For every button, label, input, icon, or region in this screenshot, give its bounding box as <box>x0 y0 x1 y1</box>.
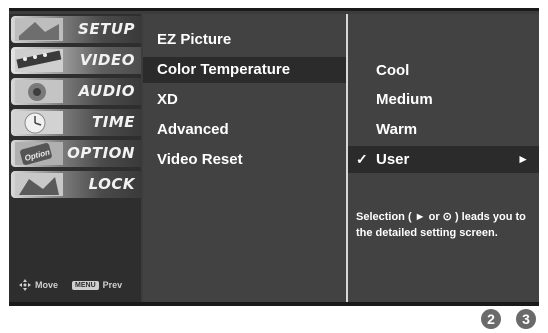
sidebar-item-time[interactable]: TIME <box>11 109 141 136</box>
menu-item-ez-picture[interactable]: EZ Picture <box>143 27 346 53</box>
sidebar-help-bar: Move MENU Prev <box>19 277 141 293</box>
video-thumbnail-icon <box>15 49 63 72</box>
page-number-badge: 2 <box>481 309 501 329</box>
check-mark-icon: ✓ <box>356 151 368 167</box>
sidebar-item-label: TIME <box>92 113 135 131</box>
sidebar-item-setup[interactable]: SETUP <box>11 16 141 43</box>
sidebar-item-video[interactable]: VIDEO <box>11 47 141 74</box>
menu-item-xd[interactable]: XD <box>143 87 346 113</box>
menu-item-advanced[interactable]: Advanced <box>143 117 346 143</box>
move-label: Move <box>35 280 59 290</box>
time-thumbnail-icon <box>15 111 63 134</box>
menu-bottom-border <box>9 302 539 306</box>
prev-label: Prev <box>102 280 123 290</box>
sidebar-item-label: SETUP <box>78 20 135 38</box>
sidebar-item-label: AUDIO <box>78 82 135 100</box>
menu-item-video-reset[interactable]: Video Reset <box>143 147 346 173</box>
sidebar: SETUP VIDEO AUDIO TIME Option OPTION LOC… <box>9 14 141 304</box>
menu-item-color-temperature[interactable]: Color Temperature <box>143 57 346 83</box>
picture-menu: EZ Picture Color Temperature XD Advanced… <box>143 14 346 302</box>
sidebar-item-label: OPTION <box>67 144 135 162</box>
submenu-item-medium[interactable]: Medium <box>348 86 539 113</box>
sidebar-item-label: VIDEO <box>79 51 135 69</box>
help-text: Selection ( ► or ⊙ ) leads you to the de… <box>356 211 526 239</box>
setup-thumbnail-icon <box>15 18 63 41</box>
audio-thumbnail-icon <box>15 80 63 103</box>
submenu-item-user-label: User <box>376 151 410 168</box>
color-temperature-submenu: Cool Medium Warm ✓ User ► Selection ( ► … <box>348 14 539 302</box>
sidebar-item-lock[interactable]: LOCK <box>11 171 141 198</box>
sidebar-item-option[interactable]: Option OPTION <box>11 140 141 167</box>
right-arrow-icon: ► <box>517 152 529 166</box>
tv-menu-screen: SETUP VIDEO AUDIO TIME Option OPTION LOC… <box>9 8 539 306</box>
sidebar-item-audio[interactable]: AUDIO <box>11 78 141 105</box>
option-thumbnail-icon: Option <box>15 142 63 165</box>
submenu-item-user[interactable]: ✓ User ► <box>348 146 539 173</box>
move-arrows-icon <box>19 279 31 291</box>
page-number-badge: 3 <box>516 309 536 329</box>
submenu-item-cool[interactable]: Cool <box>348 57 539 84</box>
menu-key-icon: MENU <box>72 280 99 290</box>
lock-thumbnail-icon <box>15 173 63 196</box>
sidebar-item-label: LOCK <box>88 175 135 193</box>
submenu-item-warm[interactable]: Warm <box>348 116 539 143</box>
